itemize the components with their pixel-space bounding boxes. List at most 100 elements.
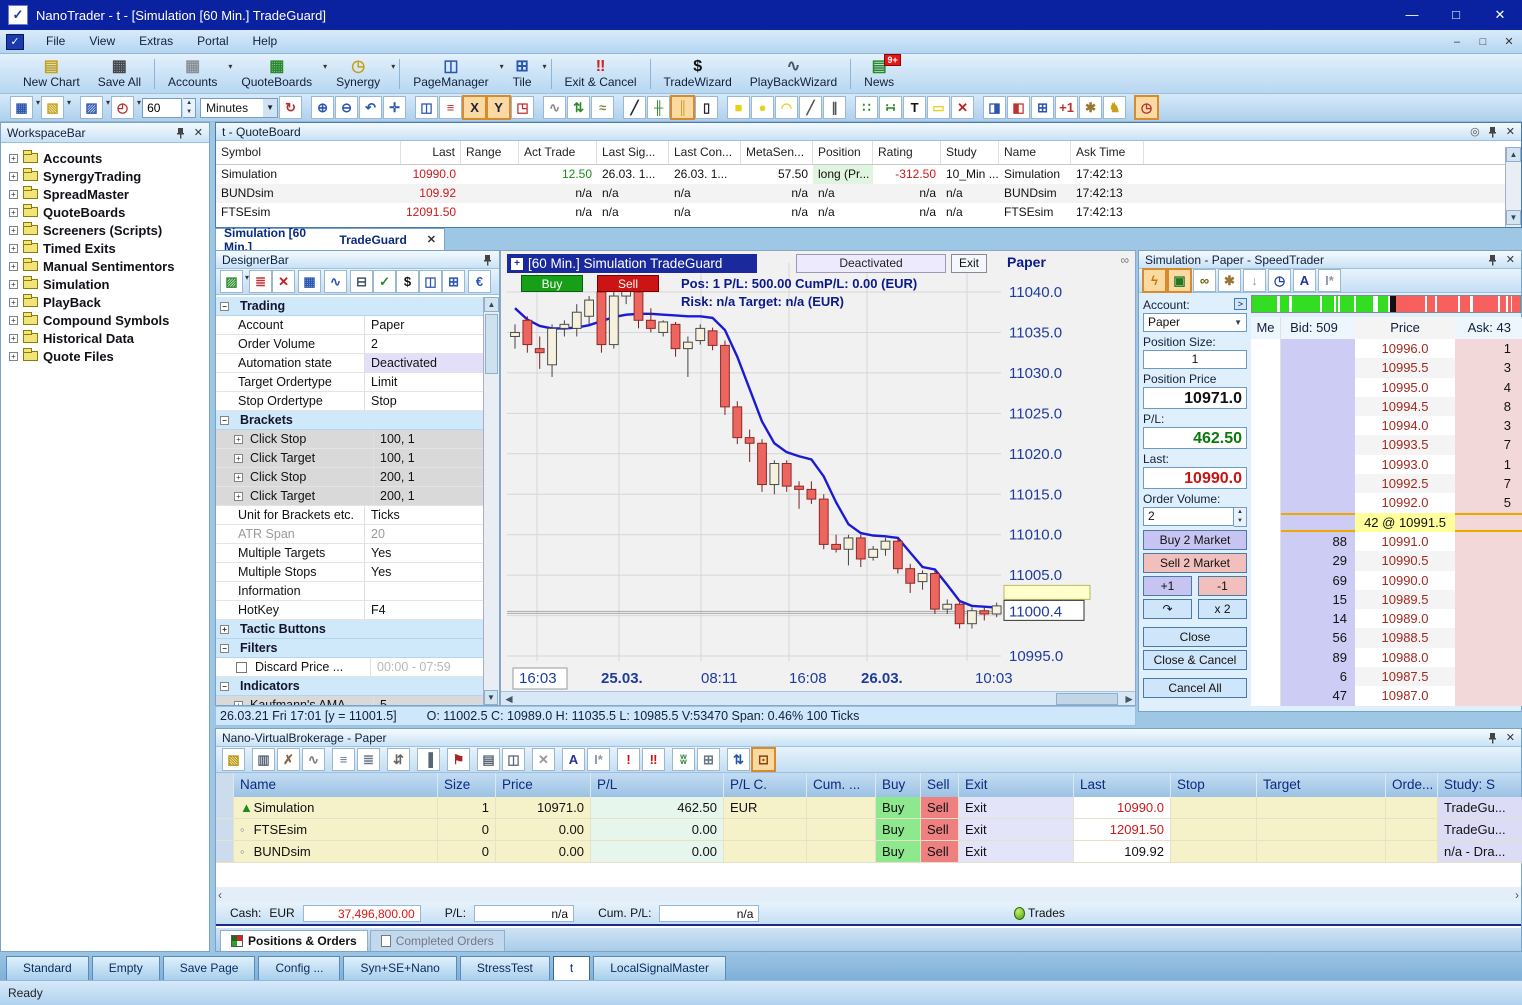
column-header-act-trade[interactable]: Act Trade: [519, 141, 597, 164]
ladder-bid-row[interactable]: 1510989.5: [1251, 590, 1522, 609]
property-discard-price-[interactable]: Discard Price ...00:00 - 07:59: [216, 658, 485, 677]
tree-item-timed-exits[interactable]: +Timed Exits: [1, 239, 209, 257]
bid-cell[interactable]: [1281, 397, 1355, 416]
price-ladder[interactable]: MeBid: 509PriceAsk: 4310996.0110995.5310…: [1251, 317, 1522, 706]
expand-icon[interactable]: +: [234, 454, 243, 463]
ladder-bid-row[interactable]: 1410989.0: [1251, 609, 1522, 628]
sell-button[interactable]: Sell: [921, 797, 959, 819]
interval-input[interactable]: [142, 98, 182, 118]
ladder-bid-row[interactable]: 6910990.0: [1251, 571, 1522, 590]
board-settings-icon[interactable]: ◎: [1470, 125, 1480, 138]
ladder-bid-row[interactable]: 4710987.0: [1251, 686, 1522, 705]
toolbar-button-synergy[interactable]: ◷Synergy: [327, 55, 389, 93]
position-row-simulation[interactable]: ▲ Simulation110971.0462.50EURBuySellExit…: [216, 797, 1521, 819]
exit-button[interactable]: Exit: [951, 254, 987, 273]
dropdown-arrow-icon[interactable]: ▾: [36, 98, 40, 107]
position-row-ftsesim[interactable]: ◦ FTSEsim00.000.00BuySellExit12091.50Tra…: [216, 819, 1521, 841]
font-icon[interactable]: A: [563, 749, 584, 770]
expand-icon[interactable]: +: [511, 258, 523, 270]
doc-close-icon[interactable]: ✕: [1496, 31, 1522, 53]
toolbar-button-exit-cancel[interactable]: ‼Exit & Cancel: [556, 55, 646, 93]
column-header-buy[interactable]: Buy: [876, 773, 921, 797]
chart-compare-icon[interactable]: ⇅: [568, 97, 589, 118]
bid-size-cell[interactable]: 6: [1281, 667, 1355, 686]
cancel-all-button[interactable]: Cancel All: [1143, 678, 1247, 698]
pin-icon[interactable]: [1488, 254, 1498, 266]
tree-item-compound-symbols[interactable]: +Compound Symbols: [1, 311, 209, 329]
quoteboard-row-bundsim[interactable]: BUNDsim109.92n/an/an/an/an/an/an/aBUNDsi…: [216, 184, 1521, 203]
column-header-last[interactable]: Last: [401, 141, 461, 164]
interval-unit-select[interactable]: Minutes▼: [200, 98, 278, 118]
property-automation-state[interactable]: Automation stateDeactivated: [216, 354, 485, 373]
close-cancel-button[interactable]: Close & Cancel: [1143, 650, 1247, 670]
draw-trendline-icon[interactable]: ╱: [800, 97, 821, 118]
designer-scrollbar[interactable]: ▲ ▼: [483, 297, 499, 705]
me-cell[interactable]: [1251, 435, 1281, 454]
fit-chart-icon[interactable]: ✛: [384, 97, 405, 118]
close-icon[interactable]: ✕: [1478, 0, 1522, 30]
bid-size-cell[interactable]: 15: [1281, 590, 1355, 609]
tree-item-playback[interactable]: +PlayBack: [1, 293, 209, 311]
document-tab[interactable]: Simulation [60 Min.] TradeGuard ✕: [215, 228, 445, 250]
property-value[interactable]: F4: [364, 601, 485, 619]
toolbar-button-save-all[interactable]: ▦Save All: [89, 55, 150, 93]
ladder-bid-row[interactable]: 5610988.5: [1251, 628, 1522, 647]
resize-icon[interactable]: ⇵: [388, 749, 409, 770]
me-cell[interactable]: [1251, 378, 1281, 397]
hand-icon[interactable]: ✱: [1080, 97, 1101, 118]
curve-check-icon[interactable]: ∿: [325, 271, 346, 292]
property-value[interactable]: Paper: [364, 316, 485, 334]
pin-icon[interactable]: [176, 127, 186, 139]
me-cell[interactable]: [1251, 628, 1281, 647]
align-cols-icon[interactable]: ≣: [358, 749, 379, 770]
binoculars-icon[interactable]: ∞: [1194, 270, 1215, 291]
ask-cell[interactable]: [1455, 667, 1522, 686]
ladder-display-icon[interactable]: ▣: [1169, 270, 1190, 291]
positions-hscrollbar[interactable]: ‹ ›: [216, 887, 1521, 902]
expand-icon[interactable]: +: [9, 226, 18, 235]
ladder-ask-row[interactable]: 10995.53: [1251, 358, 1522, 377]
tree-item-quote-files[interactable]: +Quote Files: [1, 347, 209, 365]
open-icon[interactable]: ▧: [42, 97, 63, 118]
tree-item-quoteboards[interactable]: +QuoteBoards: [1, 203, 209, 221]
measure-icon[interactable]: ▭: [928, 97, 949, 118]
me-cell[interactable]: [1251, 609, 1281, 628]
scroll-right-icon[interactable]: ›: [1515, 888, 1519, 902]
expand-icon[interactable]: +: [9, 280, 18, 289]
tree-item-historical-data[interactable]: +Historical Data: [1, 329, 209, 347]
tree-item-accounts[interactable]: +Accounts: [1, 149, 209, 167]
column-header-position[interactable]: Position: [813, 141, 873, 164]
scroll-right-icon[interactable]: ►: [1123, 692, 1135, 706]
toolbar-button-tradewizard[interactable]: $TradeWizard: [655, 55, 741, 93]
ask-cell[interactable]: [1455, 609, 1522, 628]
signature-icon[interactable]: ✓: [374, 271, 395, 292]
expand-icon[interactable]: +: [234, 492, 243, 501]
toolbar-button-playbackwizard[interactable]: ∿PlayBackWizard: [741, 55, 846, 93]
ask-cell[interactable]: [1455, 551, 1522, 570]
column-header-name[interactable]: Name: [234, 773, 438, 797]
draw-text-icon[interactable]: T: [904, 97, 925, 118]
me-cell[interactable]: [1251, 686, 1281, 705]
cancel-all-icon[interactable]: ‼: [643, 749, 664, 770]
expand-icon[interactable]: +: [234, 473, 243, 482]
column-header-orde-[interactable]: Orde...: [1386, 773, 1438, 797]
column-header-symbol[interactable]: Symbol: [216, 141, 401, 164]
sell-button[interactable]: Sell: [921, 841, 959, 863]
me-cell[interactable]: [1251, 571, 1281, 590]
page-button-localsignalmaster[interactable]: LocalSignalMaster: [593, 956, 726, 980]
scroll-up-icon[interactable]: ▲: [484, 297, 499, 312]
positions-chart-icon[interactable]: ▥: [253, 749, 274, 770]
toolbar-button-quoteboards[interactable]: ▦QuoteBoards: [232, 55, 321, 93]
property-value[interactable]: Deactivated: [364, 354, 485, 372]
toolbar-button-new-chart[interactable]: ▤New Chart: [14, 55, 89, 93]
column-header-stop[interactable]: Stop: [1171, 773, 1257, 797]
bid-size-cell[interactable]: 47: [1281, 686, 1355, 705]
scroll-down-icon[interactable]: ▼: [1506, 210, 1521, 225]
exit-button[interactable]: Exit: [959, 819, 1074, 841]
ask-size-cell[interactable]: 3: [1455, 358, 1522, 377]
column-header-p-l[interactable]: P/L: [591, 773, 724, 797]
pin-icon[interactable]: [1488, 126, 1498, 138]
property-click-stop[interactable]: +Click Stop200, 1: [216, 468, 485, 487]
property-unit-for-brackets-etc-[interactable]: Unit for Brackets etc.Ticks: [216, 506, 485, 525]
property-value[interactable]: 20: [364, 525, 485, 543]
